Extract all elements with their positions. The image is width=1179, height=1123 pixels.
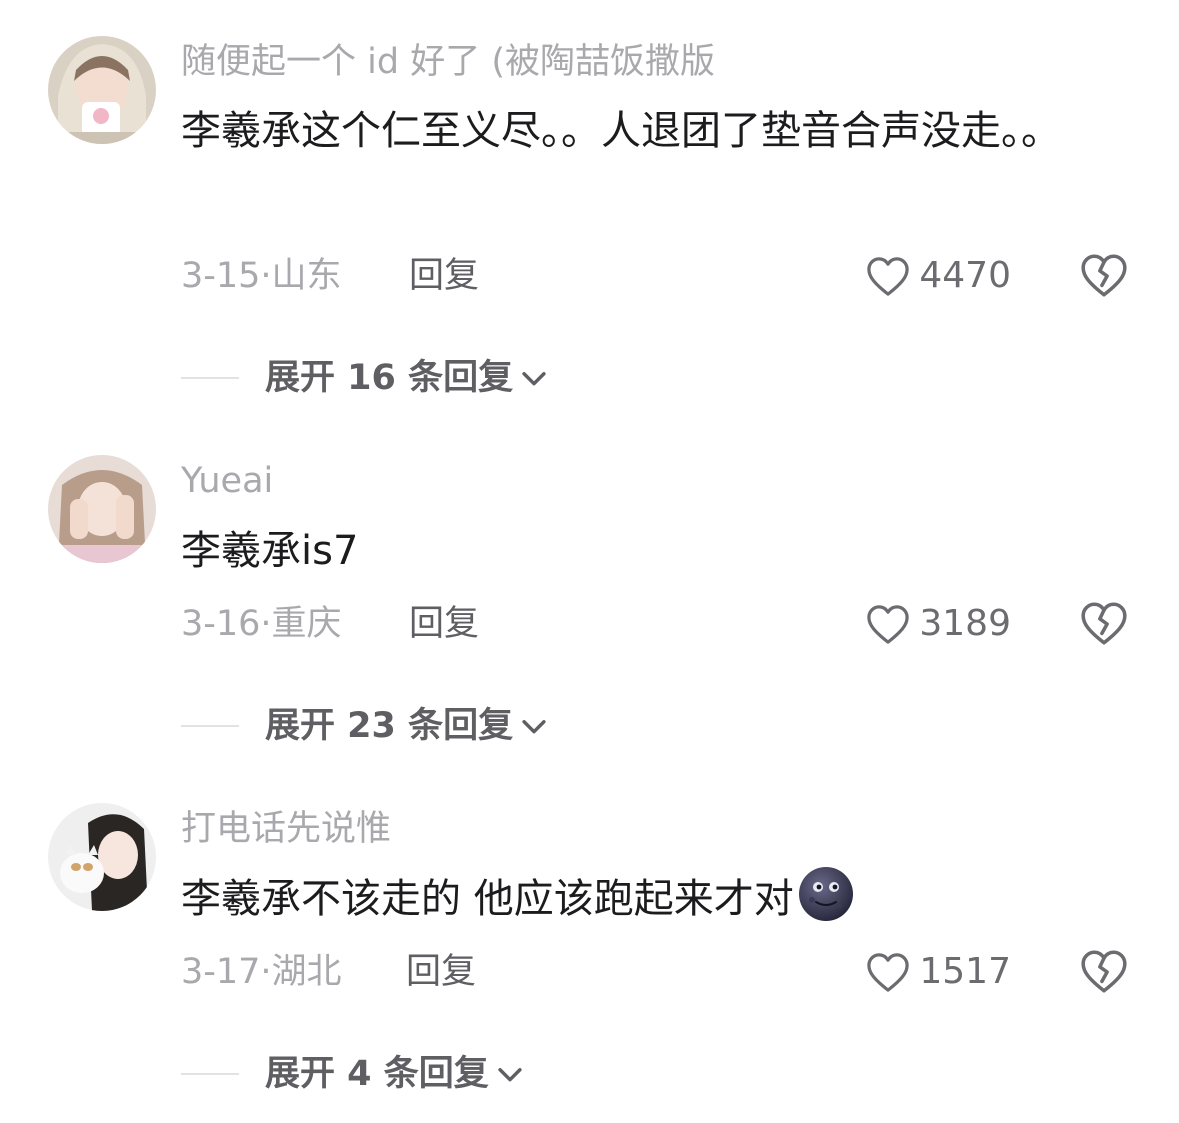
avatar[interactable] xyxy=(48,803,156,911)
dislike-button[interactable] xyxy=(1079,252,1129,300)
new-moon-face-emoji xyxy=(798,867,853,921)
comment-date-location: 3-15·山东 xyxy=(181,256,342,296)
broken-heart-outline-icon xyxy=(1081,254,1127,297)
expand-replies[interactable]: 展开 23 条回复 xyxy=(181,704,551,748)
avatar[interactable] xyxy=(48,455,156,563)
comment-date-location: 3-16·重庆 xyxy=(181,604,342,644)
dislike-button[interactable] xyxy=(1079,948,1129,996)
reply-button[interactable]: 回复 xyxy=(409,254,479,298)
expand-replies[interactable]: 展开 16 条回复 xyxy=(181,356,551,400)
reply-button[interactable]: 回复 xyxy=(406,950,476,994)
divider xyxy=(181,377,239,379)
comment-username[interactable]: 随便起一个 id 好了 (被陶喆饭撒版 xyxy=(181,40,715,84)
heart-outline-icon xyxy=(867,953,910,992)
like-count: 3189 xyxy=(919,603,1011,644)
expand-replies-label: 展开 23 条回复 xyxy=(265,706,514,746)
comment-text: 李羲承这个仁至义尽。。人退团了垫音合声没走。。 xyxy=(181,108,1061,154)
comment-text-body: 李羲承不该走的 他应该跑起来才对 xyxy=(181,876,794,922)
comment-username[interactable]: Yueai xyxy=(181,459,273,503)
chevron-down-icon xyxy=(522,372,546,386)
comment-username[interactable]: 打电话先说惟 xyxy=(181,807,391,851)
like-button[interactable]: 3189 xyxy=(865,600,1011,648)
dislike-button[interactable] xyxy=(1079,600,1129,648)
chevron-down-icon xyxy=(522,720,546,734)
broken-heart-outline-icon xyxy=(1081,602,1127,645)
like-button[interactable]: 4470 xyxy=(865,252,1011,300)
heart-outline-icon xyxy=(867,257,910,296)
avatar[interactable] xyxy=(48,36,156,144)
like-button[interactable]: 1517 xyxy=(865,948,1011,996)
expand-replies[interactable]: 展开 4 条回复 xyxy=(181,1052,527,1096)
comment-date-location: 3-17·湖北 xyxy=(181,952,342,992)
expand-replies-label: 展开 16 条回复 xyxy=(265,358,514,398)
divider xyxy=(181,725,239,727)
reply-button[interactable]: 回复 xyxy=(409,602,479,646)
chevron-down-icon xyxy=(498,1068,522,1082)
like-count: 4470 xyxy=(919,255,1011,296)
comment-text: 李羲承is7 xyxy=(181,528,359,574)
broken-heart-outline-icon xyxy=(1081,950,1127,993)
like-count: 1517 xyxy=(919,951,1011,992)
heart-outline-icon xyxy=(867,605,910,644)
expand-replies-label: 展开 4 条回复 xyxy=(265,1054,489,1094)
divider xyxy=(181,1073,239,1075)
comment-text: 李羲承不该走的 他应该跑起来才对 xyxy=(181,862,1081,936)
